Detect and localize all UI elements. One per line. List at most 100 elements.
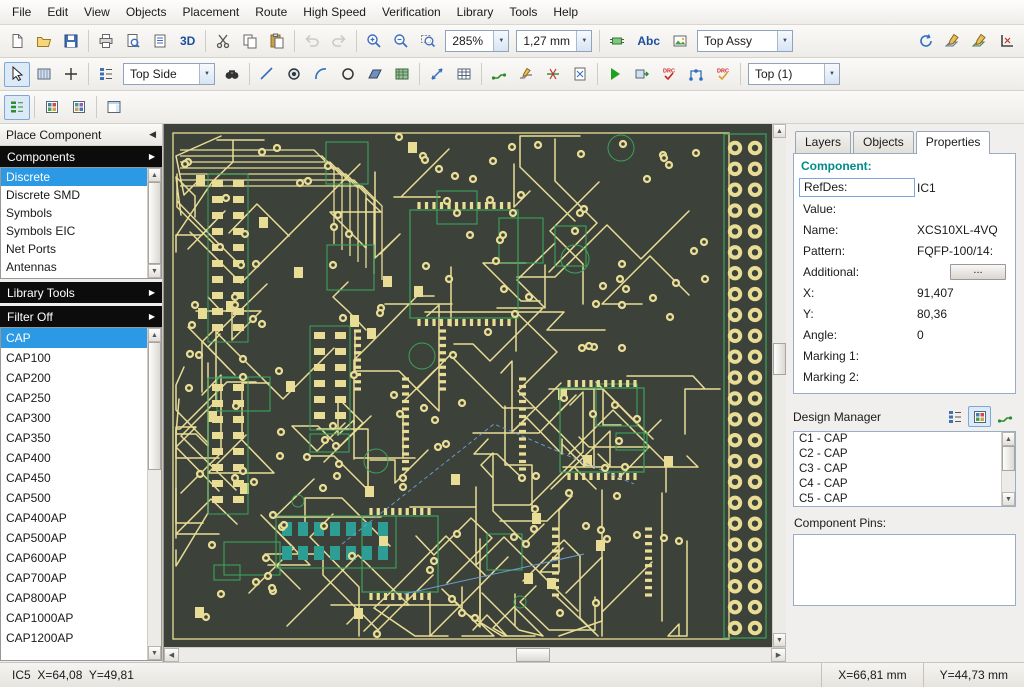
design-list-scrollbar[interactable]: ▲ ▼ bbox=[1001, 432, 1015, 506]
layers-panel-button[interactable] bbox=[101, 95, 127, 120]
additional-ellipsis-button[interactable]: ... bbox=[950, 264, 1006, 280]
unroute-button[interactable] bbox=[540, 62, 566, 87]
list-item[interactable]: CAP350 bbox=[1, 428, 147, 448]
menu-view[interactable]: View bbox=[76, 1, 118, 23]
property-value[interactable]: 0 bbox=[915, 328, 1010, 342]
pcb-canvas[interactable] bbox=[164, 124, 772, 648]
chevron-down-icon[interactable]: ▼ bbox=[777, 31, 792, 51]
group-list-scrollbar[interactable]: ▲ ▼ bbox=[147, 168, 161, 278]
print-preview-button[interactable] bbox=[120, 29, 146, 54]
next-board-button[interactable] bbox=[629, 62, 655, 87]
scroll-up-icon[interactable]: ▲ bbox=[148, 168, 161, 182]
menu-edit[interactable]: Edit bbox=[39, 1, 76, 23]
list-item[interactable]: CAP250 bbox=[1, 388, 147, 408]
component-list-scrollbar[interactable]: ▲ ▼ bbox=[147, 328, 161, 660]
undo-button[interactable] bbox=[299, 29, 325, 54]
edit-bottom-layer-button[interactable] bbox=[967, 29, 993, 54]
scroll-thumb[interactable] bbox=[516, 648, 550, 662]
board-view-button[interactable] bbox=[31, 62, 57, 87]
canvas-horizontal-scrollbar[interactable]: ◀ ▶ bbox=[164, 647, 786, 662]
list-item[interactable]: CAP500AP bbox=[1, 528, 147, 548]
scroll-up-icon[interactable]: ▲ bbox=[148, 328, 161, 342]
chevron-down-icon[interactable]: ▼ bbox=[576, 31, 591, 51]
design-manager-grid-button[interactable] bbox=[968, 406, 991, 427]
list-item[interactable]: Discrete SMD bbox=[1, 186, 147, 204]
find-component-button[interactable] bbox=[219, 62, 245, 87]
3d-view-button[interactable]: 3D bbox=[174, 29, 201, 54]
property-value[interactable]: XCS10XL-4VQ bbox=[915, 223, 1010, 237]
design-manager-components-button[interactable] bbox=[943, 406, 966, 427]
board-origin-button[interactable] bbox=[994, 29, 1020, 54]
net-check-button[interactable] bbox=[683, 62, 709, 87]
zoom-out-button[interactable] bbox=[388, 29, 414, 54]
menu-file[interactable]: File bbox=[4, 1, 39, 23]
scroll-up-icon[interactable]: ▲ bbox=[773, 124, 786, 138]
design-manager-item[interactable]: C2 - CAP bbox=[794, 447, 1001, 462]
list-item[interactable]: Symbols EIC bbox=[1, 222, 147, 240]
property-value[interactable]: 91,407 bbox=[915, 286, 1010, 300]
layer-select[interactable]: Top (1)▼ bbox=[748, 63, 840, 85]
scroll-down-icon[interactable]: ▼ bbox=[148, 646, 161, 660]
measure-button[interactable] bbox=[424, 62, 450, 87]
list-item[interactable]: CAP1200AP bbox=[1, 628, 147, 648]
tab-layers[interactable]: Layers bbox=[795, 131, 851, 154]
scroll-thumb[interactable] bbox=[773, 343, 786, 375]
list-item[interactable]: CAP bbox=[1, 328, 147, 348]
list-item[interactable]: Net Ports bbox=[1, 240, 147, 258]
place-arc-button[interactable] bbox=[308, 62, 334, 87]
component-manager-button[interactable] bbox=[39, 95, 65, 120]
menu-placement[interactable]: Placement bbox=[175, 1, 248, 23]
route-trace-button[interactable] bbox=[486, 62, 512, 87]
menu-library[interactable]: Library bbox=[449, 1, 502, 23]
property-value[interactable]: FQFP-100/14: bbox=[915, 244, 1010, 258]
place-text-button[interactable]: Abc bbox=[631, 29, 666, 54]
place-pattern-button[interactable] bbox=[604, 29, 630, 54]
canvas-vertical-scrollbar[interactable]: ▲ ▼ bbox=[772, 124, 786, 647]
grid-table-button[interactable] bbox=[451, 62, 477, 87]
tab-properties[interactable]: Properties bbox=[916, 131, 991, 154]
menu-verification[interactable]: Verification bbox=[374, 1, 449, 23]
scroll-track[interactable] bbox=[1002, 446, 1015, 492]
redo-button[interactable] bbox=[326, 29, 352, 54]
chevron-down-icon[interactable]: ▼ bbox=[824, 64, 839, 84]
list-item[interactable]: Symbols bbox=[1, 204, 147, 222]
menu-route[interactable]: Route bbox=[247, 1, 295, 23]
design-manager-item[interactable]: C3 - CAP bbox=[794, 462, 1001, 477]
scroll-down-icon[interactable]: ▼ bbox=[1002, 492, 1015, 506]
chevron-down-icon[interactable]: ▼ bbox=[199, 64, 214, 84]
grid-select[interactable]: 1,27 mm▼ bbox=[516, 30, 592, 52]
collapse-panel-icon[interactable]: ◀ bbox=[149, 129, 156, 140]
erc-button[interactable]: DRC bbox=[710, 62, 736, 87]
filter-bar[interactable]: Filter Off ▶ bbox=[0, 306, 162, 327]
list-item[interactable]: Antennas bbox=[1, 258, 147, 276]
place-picture-button[interactable] bbox=[667, 29, 693, 54]
menu-high-speed[interactable]: High Speed bbox=[295, 1, 374, 23]
save-button[interactable] bbox=[58, 29, 84, 54]
scroll-right-icon[interactable]: ▶ bbox=[771, 648, 786, 662]
zoom-in-button[interactable] bbox=[361, 29, 387, 54]
list-item[interactable]: CAP400 bbox=[1, 448, 147, 468]
title-sheet-button[interactable] bbox=[147, 29, 173, 54]
menu-help[interactable]: Help bbox=[545, 1, 586, 23]
list-item[interactable]: CAP200 bbox=[1, 368, 147, 388]
list-item[interactable]: CAP400AP bbox=[1, 508, 147, 528]
scroll-thumb[interactable] bbox=[1002, 446, 1015, 471]
select-tool-button[interactable] bbox=[4, 62, 30, 87]
copper-pour-button[interactable] bbox=[389, 62, 415, 87]
run-autorouter-button[interactable] bbox=[602, 62, 628, 87]
scroll-down-icon[interactable]: ▼ bbox=[773, 633, 786, 647]
cut-button[interactable] bbox=[210, 29, 236, 54]
list-item[interactable]: CAP600AP bbox=[1, 548, 147, 568]
components-section-bar[interactable]: Components ▶ bbox=[0, 146, 162, 167]
route-setup-button[interactable] bbox=[513, 62, 539, 87]
design-manager-nets-button[interactable] bbox=[993, 406, 1016, 427]
component-pins-box[interactable] bbox=[793, 534, 1016, 606]
list-item[interactable]: CAP700AP bbox=[1, 568, 147, 588]
property-value[interactable]: IC1 bbox=[915, 181, 1010, 195]
scroll-left-icon[interactable]: ◀ bbox=[164, 648, 179, 662]
print-button[interactable] bbox=[93, 29, 119, 54]
place-circle-button[interactable] bbox=[335, 62, 361, 87]
list-item[interactable]: CAP450 bbox=[1, 468, 147, 488]
new-file-button[interactable] bbox=[4, 29, 30, 54]
pattern-manager-button[interactable] bbox=[66, 95, 92, 120]
